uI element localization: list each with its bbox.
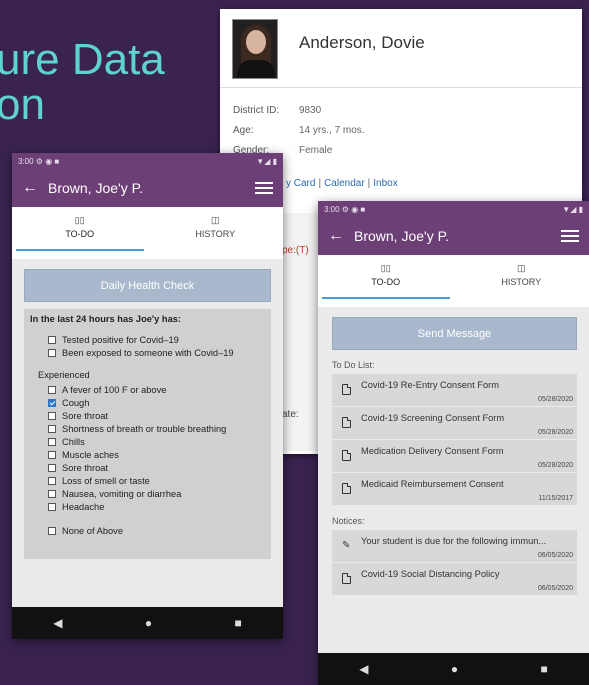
notices-list: ✎ Your student is due for the following i… [332,530,577,596]
history-icon: ◫ [516,263,526,273]
notices-label: Notices: [332,516,365,526]
link-inbox[interactable]: Inbox [373,178,397,189]
tab-history[interactable]: ◫ HISTORY [148,207,284,259]
nav-home-icon[interactable]: ● [451,662,458,676]
tab-history-label: HISTORY [195,229,236,239]
status-bar: 3:00 ⚙ ◉ ■ ▼◢ ▮ [12,153,283,169]
list-item[interactable]: Medicaid Reimbursement Consent 11/15/2017 [332,473,577,506]
tab-history-label: HISTORY [501,277,542,287]
document-icon [342,573,351,584]
android-nav-bar: ◀ ● ■ [12,607,283,639]
checkbox-none-of-above[interactable]: None of Above [48,524,265,537]
checked-icon[interactable] [48,398,56,407]
background-headline: ure Data on [0,35,165,129]
nav-back-icon[interactable]: ◀ [53,616,62,630]
student-title: Brown, Joe'y P. [48,180,144,196]
checkbox-nausea[interactable]: Nausea, vomiting or diarrhea [48,487,265,500]
tab-todo-label: TO-DO [65,229,95,239]
age-label: Age: [233,124,254,136]
book-icon: ▯▯ [74,215,85,225]
checkbox-tested-positive[interactable]: Tested positive for Covid–19 [48,333,265,346]
checkbox-exposed[interactable]: Been exposed to someone with Covid–19 [48,346,265,359]
partial-text-type: pe:(T) [282,245,309,256]
checkbox-sore-throat-2[interactable]: Sore throat [48,461,265,474]
tab-history[interactable]: ◫ HISTORY [454,255,589,307]
headline-line-2: on [0,79,45,129]
send-message-button[interactable]: Send Message [332,317,577,350]
link-card[interactable]: y Card [286,178,315,189]
document-icon [342,483,351,494]
tab-bar: ▯▯ TO-DO ◫ HISTORY [318,255,589,307]
menu-icon[interactable] [561,227,579,245]
list-item[interactable]: Covid-19 Screening Consent Form 05/28/202… [332,407,577,440]
nav-recents-icon[interactable]: ■ [541,662,548,676]
nav-recents-icon[interactable]: ■ [235,616,242,630]
partial-text-date: ate: [282,409,299,420]
back-arrow-icon[interactable]: ← [328,227,354,245]
tab-todo-label: TO-DO [371,277,401,287]
checkbox-sore-throat[interactable]: Sore throat [48,409,265,422]
headline-line-1: ure Data [0,35,165,84]
experienced-label: Experienced [38,370,90,380]
form-question: In the last 24 hours has Joe'y has: [30,314,182,324]
app-bar: ← Brown, Joe'y P. [318,217,589,255]
document-icon [342,417,351,428]
phone-health-check: 3:00 ⚙ ◉ ■ ▼◢ ▮ ← Brown, Joe'y P. ▯▯ TO-D… [12,153,283,639]
android-nav-bar: ◀ ● ■ [318,653,589,685]
phone-todo-list: 3:00 ⚙ ◉ ■ ▼◢ ▮ ← Brown, Joe'y P. ▯▯ TO-D… [318,201,589,685]
checkbox-headache[interactable]: Headache [48,500,265,513]
status-bar: 3:00 ⚙ ◉ ■ ▼◢ ▮ [318,201,589,217]
student-title: Brown, Joe'y P. [354,228,450,244]
document-icon [342,450,351,461]
list-item[interactable]: Medication Delivery Consent Form 05/28/20… [332,440,577,473]
checkbox-chills[interactable]: Chills [48,435,265,448]
age-value: 14 yrs., 7 mos. [299,124,365,136]
student-photo [232,19,278,79]
record-header: Anderson, Dovie [220,9,582,88]
student-info: District ID: 9830 Age: 14 yrs., 7 mos. Gen… [233,100,365,160]
district-id-value: 9830 [299,104,322,116]
list-item[interactable]: Covid-19 Re-Entry Consent Form 05/28/2020 [332,374,577,407]
tab-todo[interactable]: ▯▯ TO-DO [318,255,454,307]
pencil-icon: ✎ [342,540,351,551]
app-bar: ← Brown, Joe'y P. [12,169,283,207]
tab-todo[interactable]: ▯▯ TO-DO [12,207,148,259]
document-icon [342,384,351,395]
history-icon: ◫ [210,215,220,225]
record-links: y Card | Calendar | Inbox [286,178,398,189]
todo-list-label: To Do List: [332,360,375,370]
nav-home-icon[interactable]: ● [145,616,152,630]
tab-bar: ▯▯ TO-DO ◫ HISTORY [12,207,283,259]
list-item[interactable]: ✎ Your student is due for the following i… [332,530,577,563]
checkbox-loss-of-smell[interactable]: Loss of smell or taste [48,474,265,487]
book-icon: ▯▯ [380,263,391,273]
gender-value: Female [299,144,333,156]
health-check-form: In the last 24 hours has Joe'y has: Test… [24,309,271,559]
checkbox-fever[interactable]: A fever of 100 F or above [48,383,265,396]
district-id-label: District ID: [233,104,280,116]
daily-health-check-button[interactable]: Daily Health Check [24,269,271,302]
student-name: Anderson, Dovie [299,33,425,52]
list-item[interactable]: Covid-19 Social Distancing Policy 06/05/2… [332,563,577,596]
checkbox-shortness-of-breath[interactable]: Shortness of breath or trouble breathing [48,422,265,435]
checkbox-muscle-aches[interactable]: Muscle aches [48,448,265,461]
todo-list: Covid-19 Re-Entry Consent Form 05/28/2020… [332,374,577,506]
menu-icon[interactable] [255,179,273,197]
nav-back-icon[interactable]: ◀ [359,662,368,676]
back-arrow-icon[interactable]: ← [22,179,48,197]
checkbox-cough[interactable]: Cough [48,396,265,409]
link-calendar[interactable]: Calendar [324,178,365,189]
